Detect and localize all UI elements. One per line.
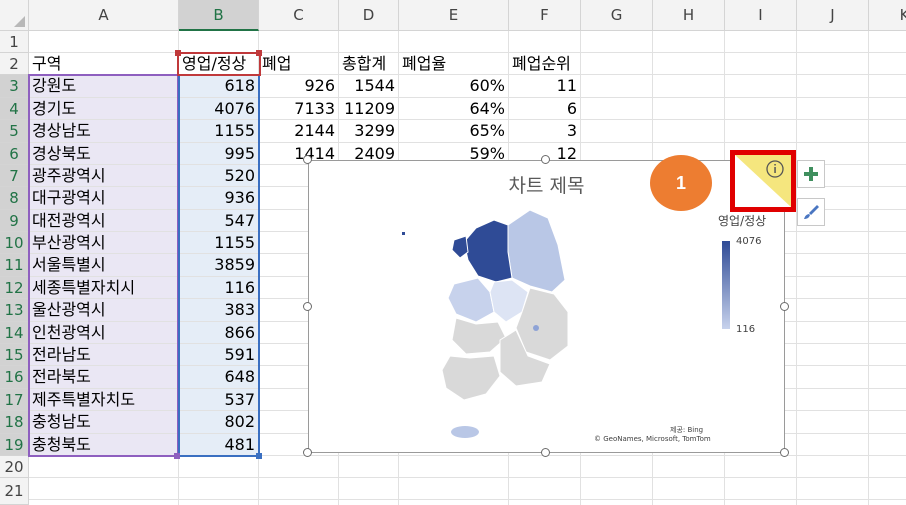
column-header-g[interactable]: G <box>581 0 653 31</box>
spreadsheet: A B C D E F G H I J K 1 2 3 4 5 6 7 8 9 … <box>0 0 906 505</box>
row-header-11[interactable]: 11 <box>0 254 29 277</box>
cell-f2[interactable]: 폐업순위 <box>509 53 580 75</box>
row-header-16[interactable]: 16 <box>0 366 29 389</box>
row-header-18[interactable]: 18 <box>0 411 29 434</box>
cell-f3[interactable]: 11 <box>509 75 580 97</box>
column-header-k[interactable]: K <box>869 0 906 31</box>
range-b-fill-handle[interactable] <box>256 453 262 459</box>
row-header-4[interactable]: 4 <box>0 98 29 120</box>
cell-d3[interactable]: 1544 <box>339 75 398 97</box>
row-header-5[interactable]: 5 <box>0 120 29 143</box>
cell-e3[interactable]: 60% <box>399 75 508 97</box>
row-header-7[interactable]: 7 <box>0 165 29 187</box>
row-header-6[interactable]: 6 <box>0 143 29 165</box>
cell-a2[interactable]: 구역 <box>29 53 178 75</box>
cell-c3[interactable]: 926 <box>259 75 338 97</box>
chart-resize-handle-s[interactable] <box>541 448 550 457</box>
legend-max-label: 4076 <box>736 236 762 247</box>
column-header-a[interactable]: A <box>29 0 179 31</box>
chart-elements-button[interactable] <box>797 160 825 188</box>
paintbrush-icon <box>804 205 819 219</box>
region-incheon <box>451 235 469 259</box>
row-header-3[interactable]: 3 <box>0 75 29 98</box>
region-jeju <box>451 426 479 438</box>
column-header-e[interactable]: E <box>399 0 509 31</box>
row-header-9[interactable]: 9 <box>0 210 29 232</box>
chart-styles-button[interactable] <box>797 198 825 226</box>
row-header-10[interactable]: 10 <box>0 232 29 254</box>
cell-e5[interactable]: 65% <box>399 120 508 142</box>
row-header-15[interactable]: 15 <box>0 344 29 366</box>
chart-resize-handle-sw[interactable] <box>303 448 312 457</box>
region-gangwon <box>507 209 566 293</box>
cell-f4[interactable]: 6 <box>509 98 580 120</box>
row-header-8[interactable]: 8 <box>0 187 29 210</box>
row-header-17[interactable]: 17 <box>0 389 29 411</box>
chart-resize-handle-w[interactable] <box>303 302 312 311</box>
cell-f5[interactable]: 3 <box>509 120 580 142</box>
column-header-f[interactable]: F <box>509 0 581 31</box>
cell-c2[interactable]: 폐업 <box>259 53 338 75</box>
cell-d4[interactable]: 11209 <box>339 98 398 120</box>
chart-resize-handle-nw[interactable] <box>303 155 312 164</box>
column-header-i[interactable]: I <box>725 0 797 31</box>
column-header-b[interactable]: B <box>179 0 259 31</box>
row-header-19[interactable]: 19 <box>0 434 29 456</box>
highlight-box <box>730 150 796 212</box>
cell-e4[interactable]: 64% <box>399 98 508 120</box>
row-header-20[interactable]: 20 <box>0 456 29 478</box>
plus-icon <box>804 167 818 181</box>
column-header-d[interactable]: D <box>339 0 399 31</box>
row-header-14[interactable]: 14 <box>0 322 29 344</box>
column-header-c[interactable]: C <box>259 0 339 31</box>
step-number-badge: 1 <box>650 155 712 211</box>
cell-d5[interactable]: 3299 <box>339 120 398 142</box>
korea-map <box>402 209 569 438</box>
chart-resize-handle-se[interactable] <box>780 448 789 457</box>
header-b2-border <box>177 52 261 76</box>
range-a-fill-handle[interactable] <box>174 453 180 459</box>
header-b2-handle-right[interactable] <box>256 50 262 56</box>
row-header-13[interactable]: 13 <box>0 299 29 322</box>
region-gyeonggi <box>463 219 513 283</box>
region-island <box>402 232 405 235</box>
column-header-h[interactable]: H <box>653 0 725 31</box>
info-triangle[interactable] <box>735 155 791 207</box>
legend-title: 영업/정상 <box>718 214 767 228</box>
range-a-border <box>28 74 179 457</box>
column-header-j[interactable]: J <box>797 0 869 31</box>
region-daejeon <box>533 325 539 331</box>
cell-c4[interactable]: 7133 <box>259 98 338 120</box>
legend-min-label: 116 <box>736 324 756 335</box>
map-credit-sources: © GeoNames, Microsoft, TomTom <box>594 435 711 443</box>
header-b2-handle-left[interactable] <box>175 50 181 56</box>
select-all-corner[interactable] <box>0 0 29 31</box>
region-jeonbuk <box>451 317 507 355</box>
chart-resize-handle-e[interactable] <box>780 302 789 311</box>
cell-e2[interactable]: 폐업율 <box>399 53 508 75</box>
map-credit-provider: 제공: Bing <box>670 426 704 434</box>
row-header-12[interactable]: 12 <box>0 277 29 299</box>
row-header-1[interactable]: 1 <box>0 31 29 53</box>
cell-d2[interactable]: 총합계 <box>339 53 398 75</box>
chart-resize-handle-n[interactable] <box>541 155 550 164</box>
region-jeonnam <box>441 355 501 401</box>
row-header-2[interactable]: 2 <box>0 53 29 75</box>
chart-title[interactable]: 차트 제목 <box>309 171 784 198</box>
cell-c5[interactable]: 2144 <box>259 120 338 142</box>
legend-color-scale <box>722 241 730 329</box>
row-header-21[interactable]: 21 <box>0 478 29 505</box>
region-chungnam <box>447 277 495 323</box>
range-b-border <box>178 74 260 457</box>
